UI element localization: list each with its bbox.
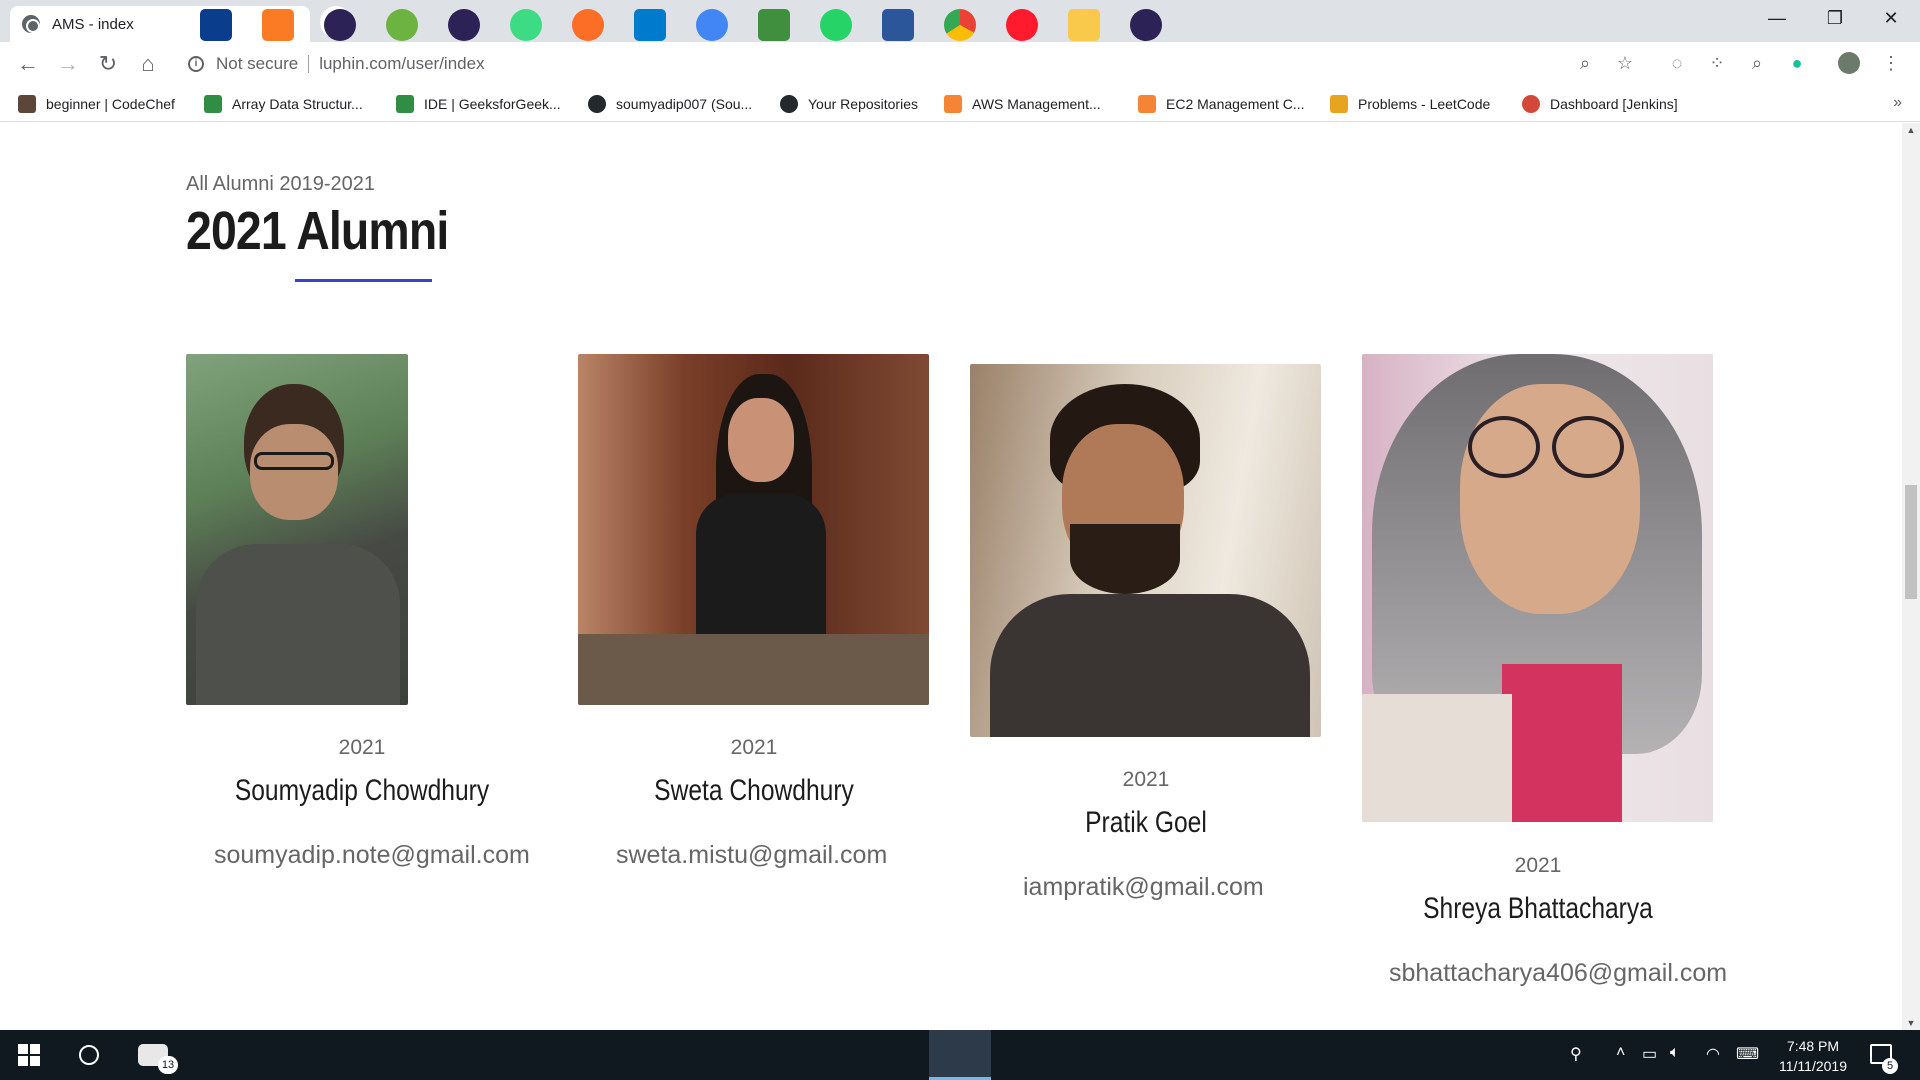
chromium-icon[interactable] <box>696 9 728 41</box>
eclipse-icon[interactable] <box>324 9 356 41</box>
alumni-name: Soumyadip Chowdhury <box>234 774 490 807</box>
bookmark-item[interactable]: beginner | CodeChef <box>18 94 175 114</box>
bookmark-item[interactable]: Array Data Structur... <box>204 94 363 114</box>
address-bar[interactable]: i Not secure luphin.com/user/index <box>176 48 1596 80</box>
bookmark-item[interactable]: IDE | GeeksforGeek... <box>396 94 561 114</box>
volume-icon[interactable]: 🔈︎ <box>1670 1044 1680 1062</box>
scroll-up-arrow-icon[interactable]: ▲ <box>1902 123 1920 137</box>
codechef-icon <box>18 95 36 113</box>
url-text[interactable]: luphin.com/user/index <box>319 54 484 74</box>
windows-start-icon[interactable] <box>18 1044 40 1066</box>
bookmark-item[interactable]: soumyadip007 (Sou... <box>588 94 752 114</box>
page-scrollbar[interactable]: ▲ ▼ <box>1902 123 1920 1030</box>
postman-icon[interactable] <box>572 9 604 41</box>
alumni-year: 2021 <box>1514 854 1562 877</box>
tab-title: AMS - index <box>52 15 134 33</box>
whatsapp-icon[interactable] <box>820 9 852 41</box>
page-title: 2021 Alumni <box>186 201 449 261</box>
back-arrow-icon[interactable]: ← <box>14 50 42 78</box>
alumni-name: Shreya Bhattacharya <box>1423 892 1653 925</box>
opera-icon[interactable] <box>1006 9 1038 41</box>
omnibox-divider <box>308 55 310 73</box>
battery-icon[interactable]: ▭ <box>1642 1044 1657 1064</box>
keyboard-icon[interactable]: ⌨ <box>1736 1044 1759 1064</box>
vscode-icon[interactable] <box>634 9 666 41</box>
spring-tool-icon[interactable] <box>386 9 418 41</box>
alumni-name: Sweta Chowdhury <box>654 774 854 807</box>
section-subheading: All Alumni 2019-2021 <box>186 173 376 195</box>
forward-arrow-icon[interactable]: → <box>54 50 82 78</box>
alumni-year: 2021 <box>1122 768 1170 791</box>
scrollbar-thumb[interactable] <box>1905 485 1917 599</box>
alumni-email[interactable]: soumyadip.note@gmail.com <box>214 841 530 870</box>
search-extension-icon[interactable]: ⌕ <box>1746 52 1768 74</box>
page-content: All Alumni 2019-2021 2021 Alumni 2021 So… <box>0 123 1902 1030</box>
menu-dots-icon[interactable]: ⋮ <box>1880 52 1902 74</box>
alumni-name: Pratik Goel <box>1085 806 1207 839</box>
grammarly-icon[interactable]: ● <box>1786 52 1808 74</box>
aws-icon <box>944 95 962 113</box>
wifi-icon[interactable]: ◠ <box>1706 1044 1720 1064</box>
file-explorer-icon[interactable] <box>1068 9 1100 41</box>
alumni-email[interactable]: sweta.mistu@gmail.com <box>616 841 887 870</box>
reload-icon[interactable]: ↻ <box>94 50 122 78</box>
people-icon[interactable]: ⚲ <box>1570 1044 1582 1064</box>
cortana-search-icon[interactable] <box>79 1045 99 1065</box>
paint-icon[interactable] <box>758 9 790 41</box>
extension-icon[interactable]: ⁘ <box>1706 52 1728 74</box>
clock-time: 7:48 PM <box>1786 1038 1840 1054</box>
title-underline <box>295 279 432 282</box>
bookmark-item[interactable]: Dashboard [Jenkins] <box>1522 94 1678 114</box>
geeksforgeeks-icon <box>204 95 222 113</box>
dev-cpp-icon[interactable] <box>200 9 232 41</box>
minimize-button[interactable]: — <box>1748 0 1806 36</box>
github-icon <box>780 95 798 113</box>
info-icon[interactable]: i <box>188 56 204 72</box>
bookmark-item[interactable]: AWS Management... <box>944 94 1101 114</box>
profile-avatar[interactable] <box>1838 52 1860 74</box>
alumni-year: 2021 <box>338 736 386 759</box>
home-icon[interactable]: ⌂ <box>134 50 162 78</box>
aws-icon <box>1138 95 1156 113</box>
github-icon <box>588 95 606 113</box>
xampp-icon[interactable] <box>262 9 294 41</box>
jenkins-icon <box>1522 95 1540 113</box>
system-clock[interactable]: 7:48 PM 11/11/2019 <box>1768 1036 1858 1076</box>
alumni-photo <box>578 354 929 705</box>
mail-badge: 13 <box>158 1056 178 1074</box>
globe-icon <box>22 15 40 33</box>
bookmark-item[interactable]: Problems - LeetCode <box>1330 94 1490 114</box>
word-icon[interactable] <box>882 9 914 41</box>
eclipse-icon[interactable] <box>448 9 480 41</box>
chrome-icon[interactable] <box>944 9 976 41</box>
chevron-up-icon[interactable]: ˄ <box>1616 1044 1625 1062</box>
geeksforgeeks-icon <box>396 95 414 113</box>
alumni-email[interactable]: sbhattacharya406@gmail.com <box>1389 959 1727 988</box>
eclipse-icon[interactable] <box>1130 9 1162 41</box>
zoom-icon[interactable]: ⌕ <box>1574 52 1596 74</box>
close-window-button[interactable]: ✕ <box>1862 0 1920 36</box>
leetcode-icon <box>1330 95 1348 113</box>
active-app-indicator <box>929 1030 991 1080</box>
alumni-photo <box>970 364 1321 737</box>
clock-date: 11/11/2019 <box>1779 1058 1847 1074</box>
bookmarks-overflow-button[interactable]: » <box>1893 94 1902 112</box>
bookmark-item[interactable]: EC2 Management C... <box>1138 94 1305 114</box>
security-status[interactable]: Not secure <box>216 54 298 74</box>
bookmarks-bar: beginner | CodeChef Array Data Structur.… <box>0 86 1920 122</box>
alumni-photo <box>186 354 408 705</box>
bookmark-star-icon[interactable]: ☆ <box>1614 52 1636 74</box>
alumni-year: 2021 <box>730 736 778 759</box>
alumni-photo <box>1362 354 1713 822</box>
bookmark-item[interactable]: Your Repositories <box>780 94 918 114</box>
alumni-email[interactable]: iampratik@gmail.com <box>1023 873 1264 902</box>
restore-button[interactable]: ❐ <box>1806 0 1864 36</box>
scroll-down-arrow-icon[interactable]: ▼ <box>1902 1016 1920 1030</box>
android-studio-icon[interactable] <box>510 9 542 41</box>
extension-icon[interactable]: ◌ <box>1666 52 1688 74</box>
notification-badge: 5 <box>1882 1058 1898 1074</box>
